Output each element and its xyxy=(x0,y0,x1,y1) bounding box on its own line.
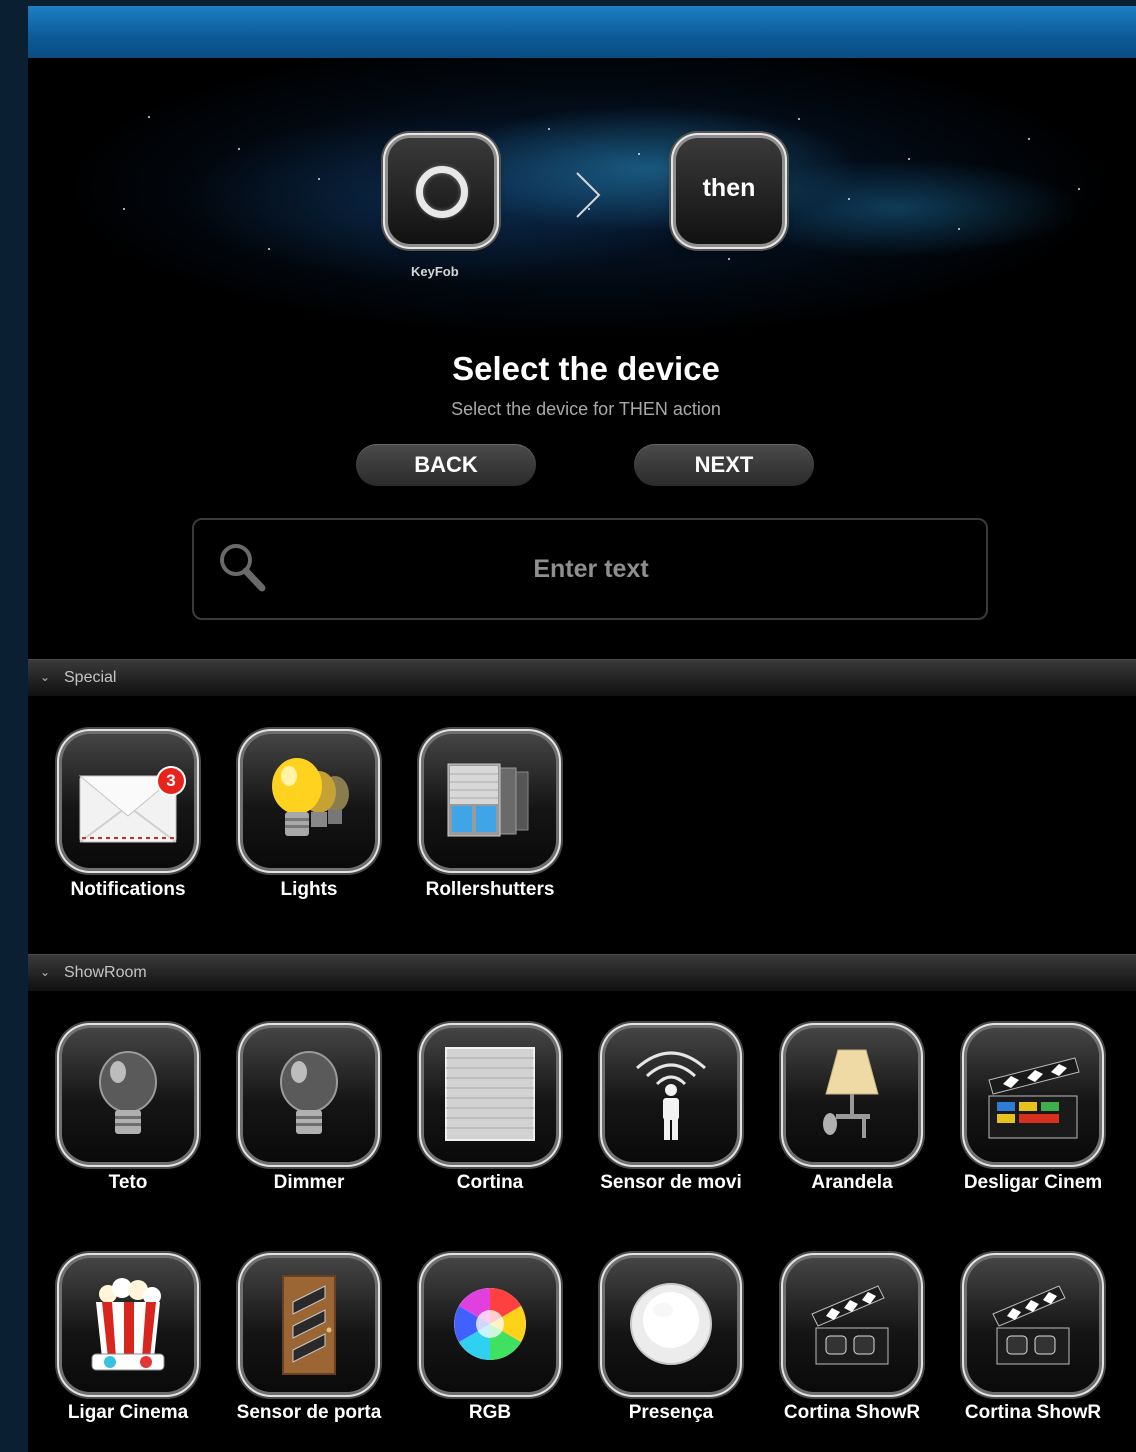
curtain-icon xyxy=(445,1047,535,1141)
next-button[interactable]: NEXT xyxy=(634,444,814,486)
device-label: Teto xyxy=(108,1172,148,1193)
device-tile-cortina-showroom-1[interactable] xyxy=(786,1258,918,1392)
motion-sensor-icon xyxy=(636,1051,706,1140)
device-label: Notifications xyxy=(70,879,186,900)
chevron-down-icon: ⌄ xyxy=(40,965,51,979)
trigger-device-button[interactable] xyxy=(388,138,494,244)
star xyxy=(548,128,550,130)
search-input[interactable] xyxy=(274,544,908,594)
device-tile-arandela[interactable] xyxy=(786,1028,918,1162)
device-label: Presença xyxy=(628,1402,714,1423)
section-title: Special xyxy=(64,669,117,686)
device-tile-ligar-cinema[interactable] xyxy=(62,1258,194,1392)
flow-banner: KeyFob then xyxy=(28,58,1136,328)
device-label: Ligar Cinema xyxy=(67,1402,189,1423)
device-tile-cortina[interactable] xyxy=(424,1028,556,1162)
star xyxy=(638,153,640,155)
device-label: Cortina ShowR xyxy=(783,1402,921,1423)
device-tile-presenca[interactable] xyxy=(605,1258,737,1392)
device-tile-lights[interactable] xyxy=(243,734,375,868)
device-tile-dimmer[interactable] xyxy=(243,1028,375,1162)
star xyxy=(268,248,270,250)
scene-icon xyxy=(992,1285,1070,1365)
star xyxy=(318,178,320,180)
windows-icon xyxy=(447,763,529,837)
section-header-showroom[interactable]: ⌄ ShowRoom xyxy=(28,954,1136,991)
device-label: Lights xyxy=(280,879,338,900)
title-bar xyxy=(28,6,1136,59)
device-tile-notifications[interactable]: 3 xyxy=(62,734,194,868)
device-label: Sensor de movi xyxy=(600,1172,742,1193)
envelope-icon xyxy=(78,775,178,843)
chevron-down-icon: ⌄ xyxy=(40,670,51,684)
light-bulb-icon xyxy=(280,1051,338,1134)
search-box xyxy=(192,518,988,620)
device-label: Arandela xyxy=(811,1172,893,1193)
device-tile-rollershutters[interactable] xyxy=(424,734,556,868)
device-tile-cortina-showroom-2[interactable] xyxy=(967,1258,1099,1392)
star xyxy=(148,116,150,118)
app-window: KeyFob then Select the device Select the… xyxy=(28,6,1136,1452)
then-action-button[interactable]: then xyxy=(676,138,782,244)
star xyxy=(798,118,800,120)
device-tile-sensor-de-porta[interactable] xyxy=(243,1258,375,1392)
back-button[interactable]: BACK xyxy=(356,444,536,486)
device-tile-desligar-cinema[interactable] xyxy=(967,1028,1099,1162)
device-label: Sensor de porta xyxy=(236,1402,382,1423)
light-bulb-icon xyxy=(99,1051,157,1134)
star xyxy=(238,148,240,150)
star xyxy=(848,198,850,200)
device-label: RGB xyxy=(468,1402,512,1423)
trigger-device-label: KeyFob xyxy=(411,264,459,279)
device-label: Cortina ShowR xyxy=(964,1402,1102,1423)
section-header-special[interactable]: ⌄ Special xyxy=(28,659,1136,696)
device-tile-sensor-de-movi[interactable] xyxy=(605,1028,737,1162)
chevron-right-icon xyxy=(576,172,601,218)
device-label: Rollershutters xyxy=(425,879,555,900)
clapperboard-icon xyxy=(988,1057,1080,1139)
bulbs-icon xyxy=(272,758,349,836)
section-title: ShowRoom xyxy=(64,964,147,981)
popcorn-icon xyxy=(91,1278,165,1371)
scene-icon xyxy=(811,1285,889,1365)
device-label: Cortina xyxy=(456,1172,524,1193)
star xyxy=(1078,188,1080,190)
star xyxy=(1028,138,1030,140)
device-label: Dimmer xyxy=(273,1172,345,1193)
star xyxy=(123,208,125,210)
star xyxy=(958,228,960,230)
page-subtitle: Select the device for THEN action xyxy=(451,399,721,419)
then-label: then xyxy=(702,174,756,202)
device-label: Desligar Cinem xyxy=(963,1172,1103,1193)
star xyxy=(908,158,910,160)
presence-sensor-icon xyxy=(630,1283,712,1365)
color-wheel-icon xyxy=(454,1288,526,1360)
star xyxy=(728,258,730,260)
search-icon xyxy=(220,544,266,592)
wall-lamp-icon xyxy=(823,1049,879,1138)
device-tile-teto[interactable] xyxy=(62,1028,194,1162)
device-tile-rgb[interactable] xyxy=(424,1258,556,1392)
notification-count-badge: 3 xyxy=(158,768,184,794)
door-icon xyxy=(282,1275,336,1375)
page-title: Select the device xyxy=(452,350,720,387)
keyfob-icon xyxy=(416,166,468,218)
